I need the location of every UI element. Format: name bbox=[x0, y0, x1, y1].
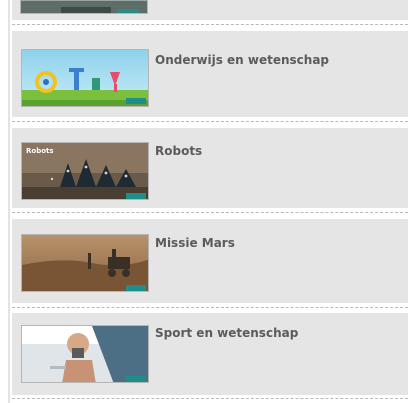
separator bbox=[12, 398, 408, 399]
sport-thumbnail[interactable] bbox=[21, 325, 149, 383]
left-border-rule bbox=[8, 0, 10, 403]
list-item-onderwijs-en-wetenschap[interactable]: Onderwijs en wetenschap bbox=[12, 31, 408, 117]
list-item-robots[interactable]: Robots Robots bbox=[12, 128, 408, 208]
mars-thumbnail[interactable] bbox=[21, 234, 149, 292]
education-thumbnail[interactable] bbox=[21, 49, 149, 107]
item-title[interactable]: Onderwijs en wetenschap bbox=[155, 53, 329, 67]
list-item-cut-off[interactable] bbox=[12, 0, 408, 20]
cut-off-thumbnail[interactable] bbox=[20, 0, 148, 14]
item-title[interactable]: Robots bbox=[155, 144, 202, 158]
separator bbox=[12, 307, 408, 308]
item-title[interactable]: Missie Mars bbox=[155, 236, 235, 250]
item-title[interactable]: Sport en wetenschap bbox=[155, 326, 298, 340]
separator bbox=[12, 24, 408, 25]
separator bbox=[12, 121, 408, 122]
category-list: Onderwijs en wetenschap Robots Robots Mi… bbox=[12, 0, 408, 403]
separator bbox=[12, 212, 408, 213]
list-item-sport-en-wetenschap[interactable]: Sport en wetenschap bbox=[12, 313, 408, 395]
robots-thumbnail[interactable]: Robots bbox=[21, 142, 149, 200]
svg-text:Robots: Robots bbox=[26, 147, 54, 155]
video-category-list-panel: Onderwijs en wetenschap Robots Robots Mi… bbox=[0, 0, 408, 403]
list-item-missie-mars[interactable]: Missie Mars bbox=[12, 219, 408, 303]
